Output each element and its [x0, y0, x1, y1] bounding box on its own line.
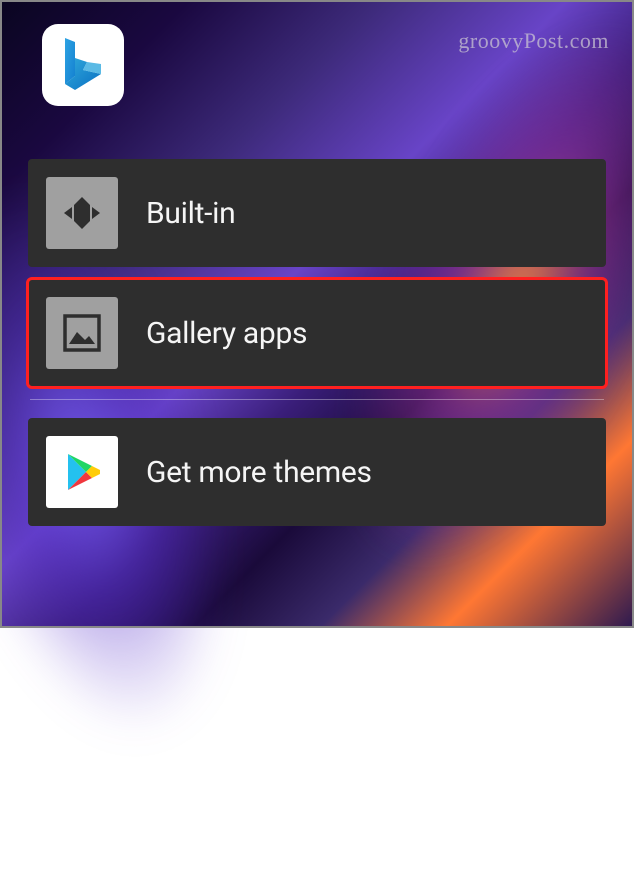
- menu-item-gallery-apps[interactable]: Gallery apps: [28, 279, 606, 387]
- theme-source-menu: Built-in Gallery apps Get more themes: [28, 159, 606, 538]
- menu-label-gallery-apps: Gallery apps: [146, 316, 307, 351]
- built-in-icon-box: [46, 177, 118, 249]
- gallery-icon-box: [46, 297, 118, 369]
- menu-item-built-in[interactable]: Built-in: [28, 159, 606, 267]
- menu-item-get-more-themes[interactable]: Get more themes: [28, 418, 606, 526]
- bing-icon: [57, 34, 109, 96]
- gallery-icon: [59, 310, 105, 356]
- watermark-text: groovyPost.com: [458, 28, 609, 54]
- menu-label-built-in: Built-in: [146, 196, 235, 231]
- built-in-icon: [60, 191, 104, 235]
- menu-divider: [30, 399, 604, 400]
- play-store-icon: [58, 448, 106, 496]
- menu-label-get-more-themes: Get more themes: [146, 455, 372, 490]
- play-store-icon-box: [46, 436, 118, 508]
- bing-app-icon[interactable]: [42, 24, 124, 106]
